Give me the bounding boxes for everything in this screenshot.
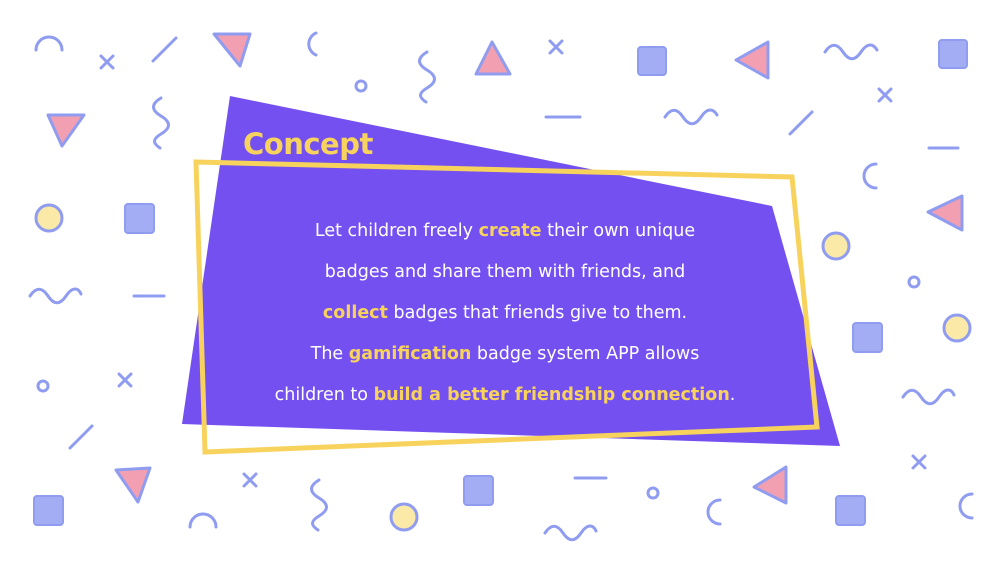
description-line-1: Let children freely create their own uni… — [314, 221, 696, 241]
highlight-friendship: build a better friendship connection — [373, 385, 730, 405]
description-line-3: collect badges that friends give to them… — [322, 303, 688, 323]
concept-title: Concept — [243, 127, 373, 161]
description-line-2: badges and share them with friends, and — [324, 262, 686, 282]
description-line-5: children to build a better friendship co… — [274, 385, 736, 405]
concept-description: Let children freely create their own uni… — [205, 211, 805, 416]
highlight-gamification: gamification — [348, 344, 472, 364]
description-line-4: The gamification badge system APP allows — [310, 344, 700, 364]
highlight-create: create — [478, 221, 542, 241]
slide: Concept Let children freely create their… — [0, 0, 1000, 563]
highlight-collect: collect — [322, 303, 388, 323]
